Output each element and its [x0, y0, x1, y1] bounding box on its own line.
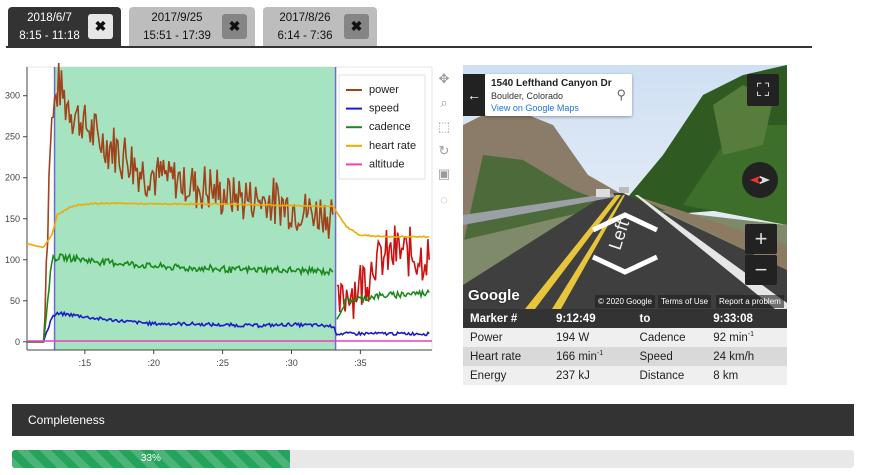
back-arrow-icon[interactable]: ←	[463, 74, 485, 116]
table-row: Heart rate 166 min-1 Speed 24 km/h	[463, 347, 787, 366]
tab-underline	[6, 46, 812, 48]
y-tick-label: 100	[5, 255, 20, 265]
ride-tab-2[interactable]: 2017/9/25 15:51 - 17:39 ✖	[129, 7, 255, 46]
tab-date: 2018/6/7	[27, 12, 72, 24]
ride-tab-1[interactable]: 2018/6/7 8:15 - 11:18 ✖	[8, 7, 121, 46]
zoom-out-button[interactable]: −	[745, 255, 777, 285]
tab-time-range: 6:14 - 7:36	[277, 30, 333, 42]
legend-label: power	[369, 84, 399, 96]
map-pin-icon: ⚲	[616, 87, 626, 102]
unit-exponent: -1	[747, 331, 755, 339]
x-tick-label: :25	[216, 358, 229, 368]
reset-icon[interactable]: ↻	[436, 143, 452, 159]
ride-chart[interactable]: 0 50 100 150 200 250 300 :15 :20 :25 :30 :35 power sp…	[0, 62, 460, 382]
city: Boulder, Colorado	[491, 91, 564, 101]
compass-icon[interactable]	[742, 162, 778, 198]
table-header-cell: Marker #	[463, 309, 549, 328]
completeness-label: Completeness	[28, 413, 105, 427]
legend-label: heart rate	[369, 140, 416, 152]
table-cell: 194 W	[548, 328, 633, 347]
y-tick-label: 150	[5, 214, 20, 224]
x-tick-label: :20	[147, 358, 160, 368]
cell-value: 92 min	[713, 331, 748, 344]
table-header-row: Marker #9:12:49 to 9:33:08	[463, 309, 787, 328]
street-view-panel[interactable]: Left ← 1540 Lefthand Canyon Dr Boulder, …	[463, 65, 787, 309]
terms-link[interactable]: Terms of Use	[658, 295, 712, 308]
completeness-progress-fill: 33%	[12, 450, 290, 468]
table-header-cell: to	[632, 309, 707, 328]
table-row: Power 194 W Cadence 92 min-1	[463, 328, 787, 347]
cell-value: Energy	[470, 369, 507, 382]
hover-tool-icon[interactable]: ◌	[436, 192, 452, 207]
zoom-in-button[interactable]: +	[745, 224, 777, 254]
cell-value: Distance	[639, 369, 685, 382]
tab-time-range: 8:15 - 11:18	[19, 30, 80, 42]
copyright-text: © 2020 Google	[595, 295, 655, 308]
report-problem-link[interactable]: Report a problem	[716, 295, 784, 308]
y-tick-label: 0	[15, 337, 20, 347]
y-tick-label: 50	[10, 296, 20, 306]
y-tick-label: 200	[5, 173, 20, 183]
table-header-cell: 9:33:08	[706, 309, 787, 328]
table-cell: Distance	[632, 366, 707, 385]
pan-tool-icon[interactable]: ✥	[436, 71, 452, 87]
table-cell: 237 kJ	[548, 366, 633, 385]
table-cell: Power	[463, 328, 549, 347]
table-cell: 166 min-1	[548, 347, 633, 366]
cell-value: 24 km/h	[713, 350, 755, 363]
table-cell: 92 min-1	[706, 328, 787, 347]
tab-date: 2017/9/25	[151, 12, 203, 24]
fullscreen-icon[interactable]: ⛶	[747, 74, 779, 106]
cell-value: Heart rate	[470, 350, 522, 363]
x-tick-label: :30	[285, 358, 298, 368]
cell-value: 237 kJ	[555, 369, 590, 382]
table-cell: Energy	[463, 366, 549, 385]
cell-value: 194 W	[555, 331, 590, 344]
legend-label: cadence	[369, 121, 411, 133]
legend-label: altitude	[369, 158, 404, 170]
location-card: ← 1540 Lefthand Canyon Dr Boulder, Color…	[463, 74, 632, 116]
close-tab-icon[interactable]: ✖	[88, 14, 113, 39]
ride-tab-3[interactable]: 2017/8/26 6:14 - 7:36 ✖	[263, 7, 377, 46]
cell-value: 166 min	[555, 350, 597, 363]
table-cell: Heart rate	[463, 347, 549, 366]
address: 1540 Lefthand Canyon Dr	[491, 78, 612, 89]
cell-value: 8 km	[713, 369, 739, 382]
table-cell: 24 km/h	[706, 347, 787, 366]
close-tab-icon[interactable]: ✖	[222, 14, 247, 39]
tab-date: 2017/8/26	[279, 12, 331, 24]
table-cell: Cadence	[632, 328, 707, 347]
x-tick-label: :35	[354, 358, 367, 368]
tab-time-range: 15:51 - 17:39	[143, 30, 211, 42]
table-row: Energy 237 kJ Distance 8 km	[463, 366, 787, 385]
table-cell: 8 km	[706, 366, 787, 385]
y-tick-label: 250	[5, 132, 20, 142]
table-header-cell: 9:12:49	[548, 309, 633, 328]
x-tick-label: :15	[79, 358, 92, 368]
completeness-header: Completeness	[12, 404, 854, 436]
segment-summary-table: Marker #9:12:49 to 9:33:08 Power 194 W Cadenc…	[463, 309, 787, 385]
cell-value: Speed	[639, 350, 673, 363]
cell-value: Power	[470, 331, 503, 344]
box-select-icon[interactable]: ⬚	[436, 119, 452, 135]
unit-exponent: -1	[596, 350, 604, 358]
cell-value: Cadence	[639, 331, 686, 344]
legend-label: speed	[369, 103, 399, 115]
completeness-progress-bar: 33%	[12, 450, 854, 468]
zoom-tool-icon[interactable]: ⌕	[436, 95, 452, 111]
close-tab-icon[interactable]: ✖	[344, 14, 369, 39]
table-cell: Speed	[632, 347, 707, 366]
save-icon[interactable]: ▣	[436, 166, 452, 182]
google-logo: Google	[468, 287, 520, 304]
google-maps-link[interactable]: View on Google Maps	[491, 103, 579, 113]
y-tick-label: 300	[5, 91, 20, 101]
